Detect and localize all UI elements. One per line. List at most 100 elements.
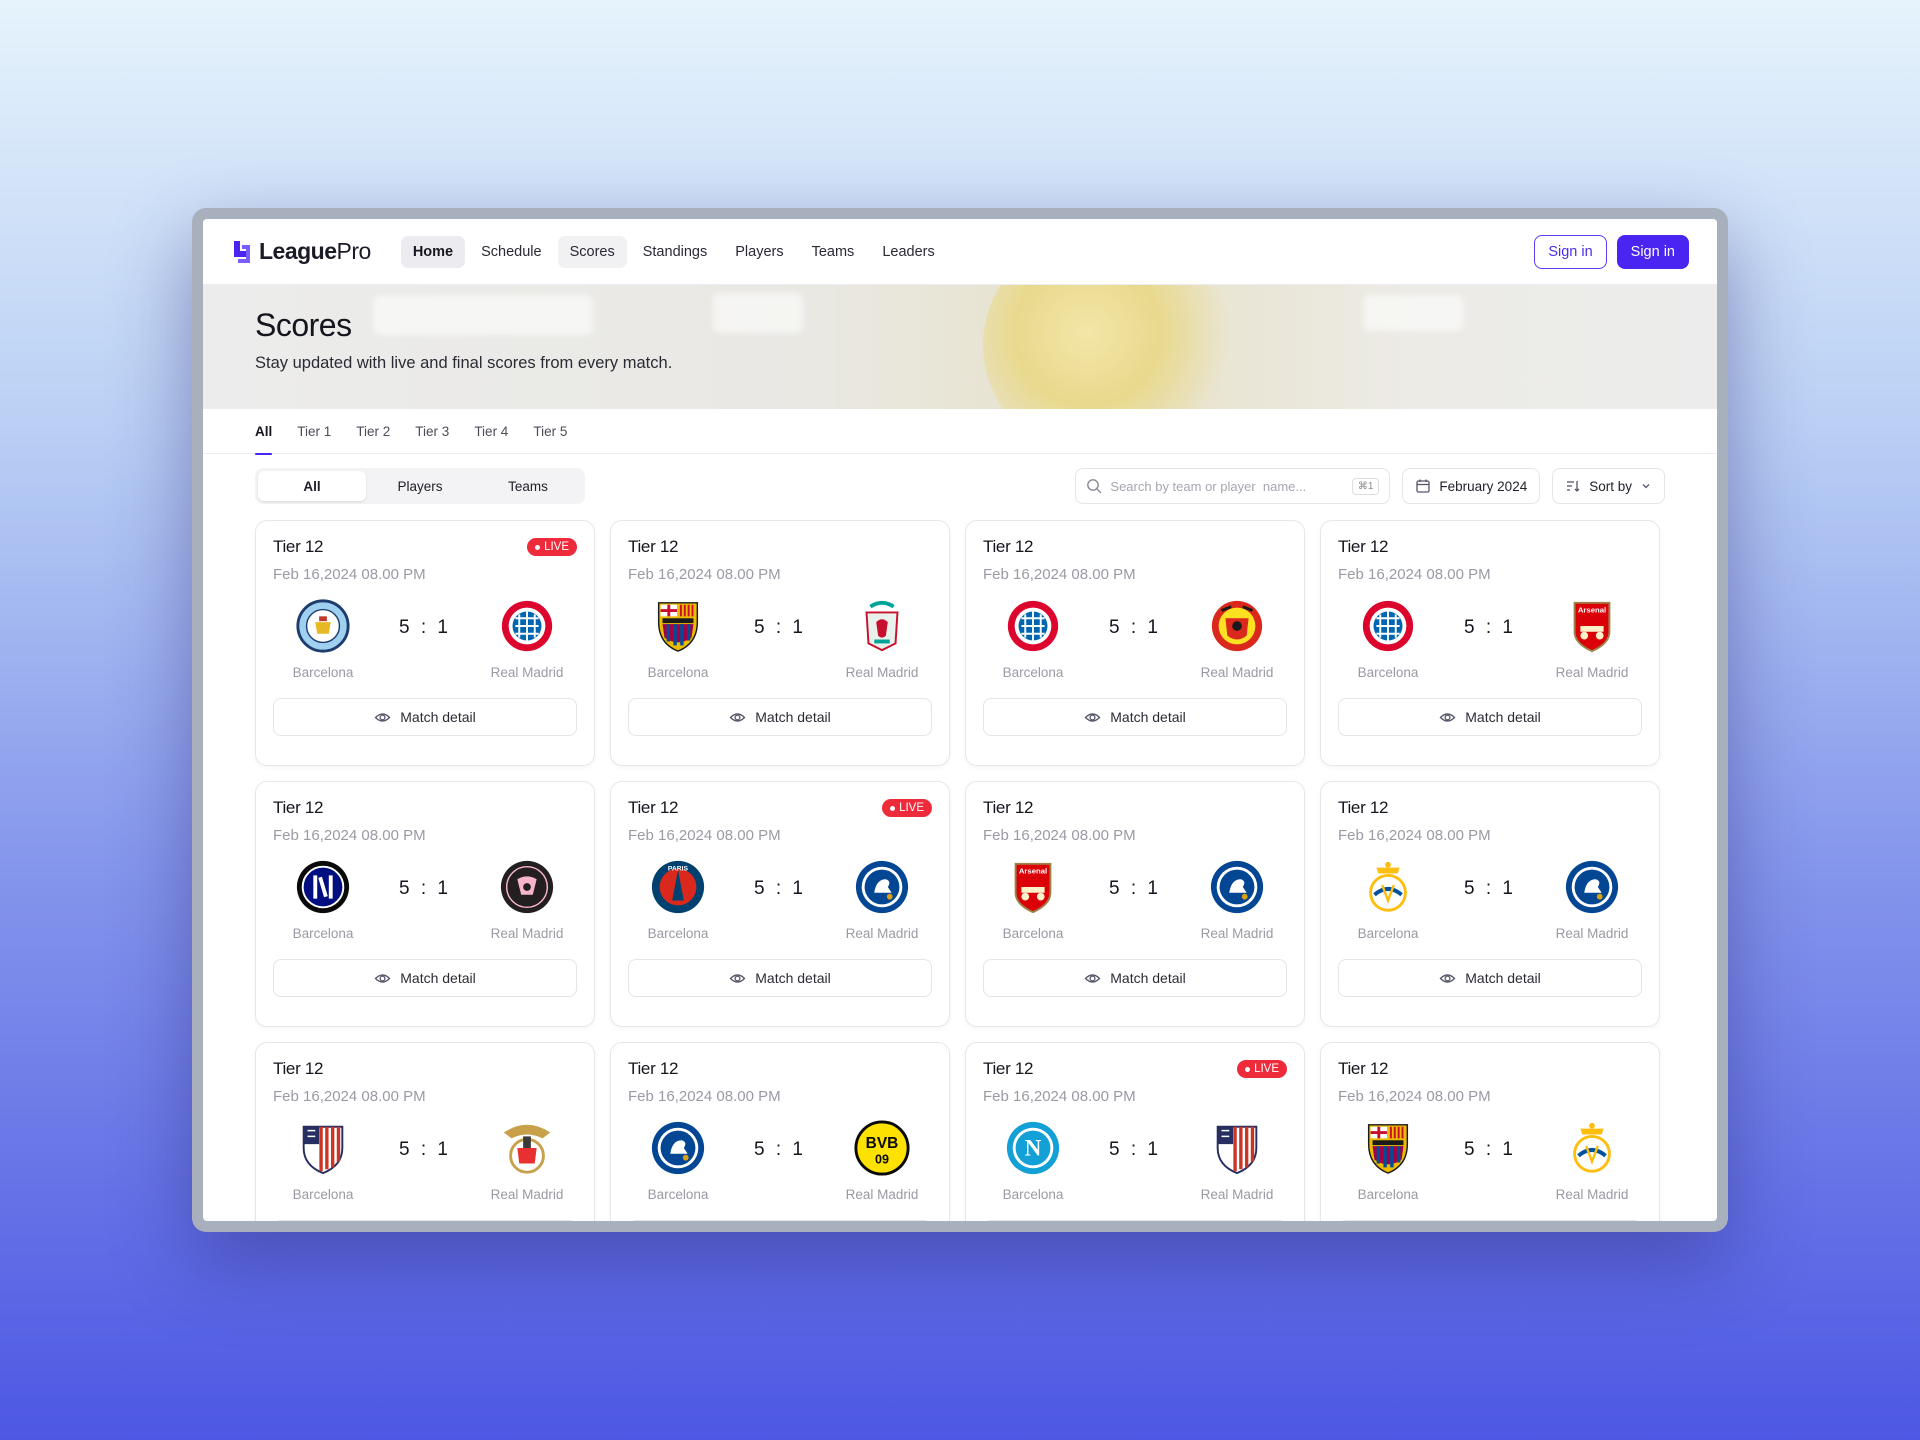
away-team-name: Real Madrid: [490, 1187, 564, 1202]
home-team[interactable]: PARIS Barcelona: [628, 858, 728, 941]
search-box: ⌘1: [1075, 468, 1391, 504]
top-nav: LeaguePro Home Schedule Scores Standings…: [203, 219, 1717, 285]
match-detail-button[interactable]: Match detail: [273, 959, 577, 997]
eye-icon: [1084, 973, 1101, 983]
away-team[interactable]: Real Madrid: [832, 858, 932, 941]
home-team-name: Barcelona: [1357, 926, 1419, 941]
nav-links: Home Schedule Scores Standings Players T…: [400, 235, 947, 268]
away-team[interactable]: Real Madrid: [1187, 858, 1287, 941]
live-dot-icon: [890, 805, 896, 811]
away-team[interactable]: Real Madrid: [1187, 1119, 1287, 1202]
away-team[interactable]: Real Madrid: [832, 597, 932, 680]
brand-logo[interactable]: LeaguePro: [231, 238, 371, 265]
away-team-name: Real Madrid: [1555, 926, 1629, 941]
tab-tier-5[interactable]: Tier 5: [533, 409, 567, 454]
away-team-name: Real Madrid: [1200, 926, 1274, 941]
nav-home[interactable]: Home: [400, 235, 466, 268]
filter-bar: All Players Teams ⌘1 February 2024 Sort …: [203, 468, 1717, 504]
home-team[interactable]: Barcelona: [628, 1119, 728, 1202]
match-detail-button[interactable]: Match detail: [1338, 1220, 1642, 1221]
sign-in-button[interactable]: Sign in: [1616, 234, 1689, 269]
chelsea-crest-icon: [853, 858, 911, 916]
match-tier: Tier 12: [273, 798, 324, 817]
segment-teams[interactable]: Teams: [474, 471, 582, 501]
match-detail-button[interactable]: Match detail: [1338, 959, 1642, 997]
match-teams: PARIS Barcelona 5 : 1 Real Madrid: [628, 858, 932, 941]
match-detail-button[interactable]: Match detail: [983, 959, 1287, 997]
match-detail-button[interactable]: Match detail: [628, 698, 932, 736]
home-team[interactable]: Barcelona: [1338, 1119, 1438, 1202]
away-team-name: Real Madrid: [845, 665, 919, 680]
sign-in-outline-button[interactable]: Sign in: [1534, 234, 1607, 269]
match-detail-button[interactable]: Match detail: [1338, 698, 1642, 736]
home-team[interactable]: Arsenal Barcelona: [983, 858, 1083, 941]
match-detail-button[interactable]: Match detail: [628, 1220, 932, 1221]
svg-text:Arsenal: Arsenal: [1019, 866, 1047, 875]
home-team[interactable]: Barcelona: [628, 597, 728, 680]
match-date: Feb 16,2024 08.00 PM: [983, 566, 1136, 583]
away-team[interactable]: Real Madrid: [1187, 597, 1287, 680]
match-detail-button[interactable]: Match detail: [628, 959, 932, 997]
browser-frame: LeaguePro Home Schedule Scores Standings…: [192, 208, 1728, 1232]
tab-all[interactable]: All: [255, 409, 273, 455]
home-team[interactable]: Barcelona: [273, 858, 373, 941]
calendar-icon: [1416, 479, 1431, 493]
live-badge: LIVE: [882, 799, 932, 817]
tab-tier-3[interactable]: Tier 3: [415, 409, 449, 454]
tab-tier-2[interactable]: Tier 2: [356, 409, 390, 454]
away-team[interactable]: Real Madrid: [1542, 1119, 1642, 1202]
away-team-name: Real Madrid: [1200, 1187, 1274, 1202]
match-tier: Tier 12: [273, 1059, 324, 1078]
home-team[interactable]: N Barcelona: [983, 1119, 1083, 1202]
home-team[interactable]: Barcelona: [273, 597, 373, 680]
tab-tier-4[interactable]: Tier 4: [474, 409, 508, 454]
home-team[interactable]: Barcelona: [1338, 858, 1438, 941]
dortmund-crest-icon: BVB 09: [853, 1119, 911, 1177]
home-team[interactable]: Barcelona: [273, 1119, 373, 1202]
match-card: Tier 12 Feb 16,2024 08.00 PM Barcelona 5…: [1320, 1042, 1660, 1221]
nav-scores[interactable]: Scores: [557, 235, 627, 268]
nav-standings[interactable]: Standings: [631, 236, 720, 268]
brand-name: LeaguePro: [259, 238, 371, 264]
bayern-crest-icon: [498, 597, 556, 655]
sort-button[interactable]: Sort by: [1552, 468, 1665, 504]
app-screen: LeaguePro Home Schedule Scores Standings…: [203, 219, 1717, 1221]
tab-tier-1[interactable]: Tier 1: [297, 409, 331, 454]
match-date: Feb 16,2024 08.00 PM: [983, 1088, 1136, 1105]
home-team[interactable]: Barcelona: [983, 597, 1083, 680]
match-card: Tier 12 LIVE Feb 16,2024 08.00 PM N Barc…: [965, 1042, 1305, 1221]
match-detail-button[interactable]: Match detail: [983, 1220, 1287, 1221]
chelsea-crest-icon: [1208, 858, 1266, 916]
away-team[interactable]: Real Madrid: [477, 1119, 577, 1202]
nav-teams[interactable]: Teams: [800, 236, 867, 268]
match-detail-button[interactable]: Match detail: [983, 698, 1287, 736]
away-team[interactable]: Real Madrid: [477, 597, 577, 680]
chelsea-crest-icon: [649, 1119, 707, 1177]
home-team-name: Barcelona: [292, 665, 354, 680]
away-team[interactable]: BVB 09 Real Madrid: [832, 1119, 932, 1202]
match-detail-button[interactable]: Match detail: [273, 1220, 577, 1221]
segment-players[interactable]: Players: [366, 471, 474, 501]
eye-icon: [1439, 712, 1456, 722]
away-team-name: Real Madrid: [845, 926, 919, 941]
live-badge: LIVE: [1237, 1060, 1287, 1078]
match-teams: Barcelona 5 : 1 Arsenal Real Madrid: [1338, 597, 1642, 680]
match-teams: Barcelona 5 : 1 Real Madrid: [273, 858, 577, 941]
barcelona-crest-icon: [649, 597, 707, 655]
nav-players[interactable]: Players: [723, 236, 795, 268]
match-teams: Barcelona 5 : 1 Real Madrid: [1338, 858, 1642, 941]
home-team[interactable]: Barcelona: [1338, 597, 1438, 680]
nav-schedule[interactable]: Schedule: [469, 236, 553, 268]
away-team[interactable]: Real Madrid: [477, 858, 577, 941]
segment-all[interactable]: All: [258, 471, 366, 501]
match-score: 5 : 1: [754, 1138, 806, 1160]
away-team-name: Real Madrid: [1555, 1187, 1629, 1202]
away-team[interactable]: Real Madrid: [1542, 858, 1642, 941]
date-filter-button[interactable]: February 2024: [1402, 468, 1541, 504]
match-tier: Tier 12: [983, 537, 1034, 556]
nav-leaders[interactable]: Leaders: [870, 236, 946, 268]
away-team[interactable]: Arsenal Real Madrid: [1542, 597, 1642, 680]
search-input[interactable]: [1110, 478, 1344, 494]
match-detail-button[interactable]: Match detail: [273, 698, 577, 736]
svg-text:Arsenal: Arsenal: [1578, 605, 1606, 614]
